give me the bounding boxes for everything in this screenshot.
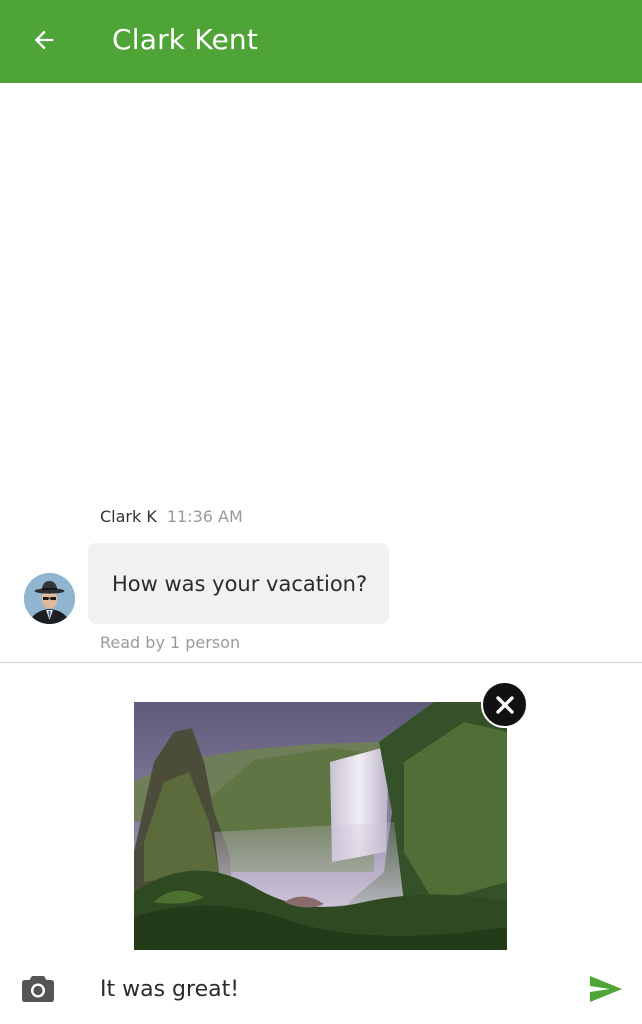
camera-button[interactable] — [20, 972, 56, 1004]
app-bar: Clark Kent — [0, 0, 642, 83]
remove-attachment-button[interactable] — [481, 681, 528, 728]
read-receipt: Read by 1 person — [100, 633, 241, 652]
message-meta: Clark K 11:36 AM — [100, 506, 243, 528]
message-input[interactable] — [100, 970, 560, 1008]
send-icon — [590, 976, 622, 1002]
send-button[interactable] — [586, 972, 626, 1006]
man-in-hat-avatar — [24, 573, 75, 624]
avatar[interactable] — [24, 573, 75, 624]
message-sender: Clark K — [100, 507, 157, 526]
close-icon — [495, 695, 514, 714]
conversation-title: Clark Kent — [112, 23, 259, 56]
attachment-preview[interactable] — [134, 702, 507, 950]
message-bubble[interactable]: How was your vacation? — [88, 543, 389, 624]
waterfall-image — [134, 702, 507, 950]
camera-icon — [22, 976, 54, 1002]
back-button[interactable] — [22, 20, 66, 60]
message-timestamp: 11:36 AM — [166, 507, 243, 526]
arrow-left-icon — [34, 30, 54, 50]
composer-divider — [0, 662, 642, 663]
